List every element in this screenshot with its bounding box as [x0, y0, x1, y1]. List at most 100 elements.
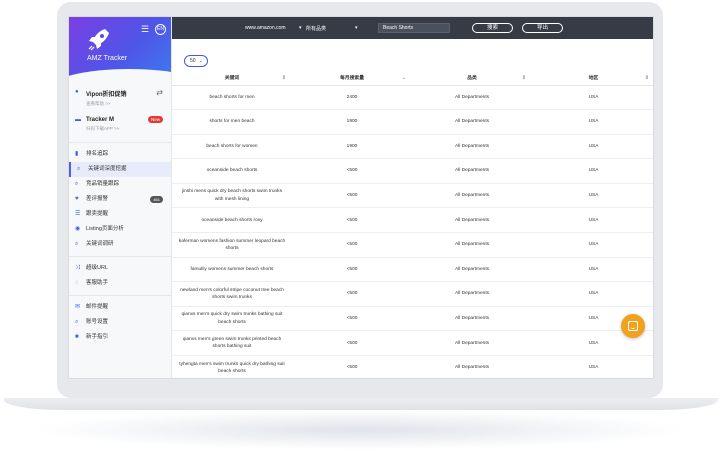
- region-cell: USA: [532, 281, 653, 307]
- header-label: 关键词: [224, 76, 240, 82]
- nav-account-settings[interactable]: ⌕ 账号设置: [69, 315, 171, 330]
- nav-keyword-mining[interactable]: ⌕ 关键词深度挖掘: [69, 162, 171, 177]
- table-row[interactable]: oceanside beach shorts roxy <500 All Depar…: [172, 207, 653, 234]
- search-input[interactable]: Beach Shorts: [378, 23, 450, 33]
- language-toggle[interactable]: EN: [155, 24, 166, 35]
- laptop-base: [4, 398, 718, 410]
- header-label: 地区: [588, 76, 599, 82]
- category-select[interactable]: 所有品类: [306, 25, 326, 32]
- table-row[interactable]: oceanside beach shorts <500 All Department…: [172, 158, 653, 184]
- main-content: 50 ⌄ 关键词 ⇕ 每月搜索量 ⌄ 品类 ⇕ 地区 ⇕ beach shorts fo…: [172, 39, 653, 378]
- table-row[interactable]: tyhengta men's swim trunks quick dry bat…: [172, 355, 653, 378]
- category-cell: All Departments: [412, 306, 532, 332]
- rocket-icon: [88, 29, 109, 51]
- tracker-m-download-link[interactable]: 扫码下载APP >>: [86, 126, 171, 132]
- sort-icon[interactable]: ⇕: [522, 75, 526, 81]
- nav-label: Listing页面分析: [86, 226, 124, 232]
- search-button[interactable]: 搜索: [472, 23, 513, 33]
- search-volume-cell: <500: [292, 330, 412, 357]
- table-row[interactable]: newland men's colorful stripe coconut tr…: [172, 281, 653, 307]
- search-volume-cell: <500: [292, 257, 412, 283]
- search-volume-cell: <500: [292, 207, 412, 234]
- shuffle-icon: ⤨: [75, 265, 80, 271]
- category-cell: All Departments: [412, 109, 532, 135]
- sidebar: AMZ Tracker ☰ EN ● Vipon折扣促销 查看帮助 >> ⇄ ▬…: [69, 17, 172, 378]
- nav-email-alert[interactable]: ✉ 邮件提醒: [69, 300, 171, 315]
- category-cell: All Departments: [412, 134, 532, 160]
- nav-label: 账号设置: [86, 319, 109, 325]
- region-cell: USA: [532, 207, 653, 234]
- region-cell: USA: [532, 355, 653, 378]
- nav-label: 关键词深度挖掘: [88, 166, 127, 172]
- category-cell: All Departments: [412, 158, 532, 184]
- sort-desc-icon[interactable]: ⌄: [402, 75, 406, 81]
- search-volume-cell: <500: [292, 306, 412, 332]
- chevron-down-icon[interactable]: ▾: [355, 25, 358, 31]
- region-cell: USA: [532, 183, 653, 209]
- mail-icon: ✉: [75, 304, 81, 310]
- table-row[interactable]: qianxs men's quick dry swim trunks bathi…: [172, 306, 653, 332]
- table-row[interactable]: kaferman womens fashion summer leopard b…: [172, 232, 653, 258]
- search-icon: ⌕: [75, 241, 79, 247]
- col-header-region[interactable]: 地区 ⇕: [532, 71, 653, 86]
- sort-icon[interactable]: ⇕: [645, 75, 649, 81]
- search-volume-cell: <500: [292, 355, 412, 378]
- table-row[interactable]: famulily womens summer beach shorts <500 A…: [172, 257, 653, 283]
- table-row[interactable]: qianxs men's green swim trunks printed b…: [172, 330, 653, 357]
- list-icon: ☰: [75, 211, 81, 217]
- nav-listing-analysis[interactable]: ◉ Listing页面分析: [69, 222, 171, 237]
- nav-hijacker-alert[interactable]: ☰ 跟卖提醒: [69, 207, 171, 222]
- nav-rank-tracking[interactable]: ▮ 排名追踪: [69, 147, 171, 162]
- brand-header: AMZ Tracker ☰ EN: [69, 17, 171, 109]
- keyword-cell: beach shorts for men: [172, 85, 292, 111]
- export-button[interactable]: 导出: [522, 23, 563, 33]
- app-screen: AMZ Tracker ☰ EN ● Vipon折扣促销 查看帮助 >> ⇄ ▬…: [68, 16, 654, 379]
- chat-support-button[interactable]: [621, 314, 645, 338]
- nav-competitor-sales[interactable]: ⌕ 竞品销量跟踪: [69, 177, 171, 192]
- page-size-value: 50: [190, 58, 196, 64]
- search-icon: ⌕: [75, 319, 79, 325]
- keyword-cell: jinshi mens quick dry beach shorts swim …: [172, 183, 292, 209]
- top-toolbar: www.amazon.com ▾ 所有品类 ▾ Beach Shorts 搜索 …: [172, 17, 653, 39]
- nav-label: 客服助手: [86, 280, 109, 286]
- page-size-select[interactable]: 50 ⌄: [184, 55, 208, 67]
- table-row[interactable]: jinshi mens quick dry beach shorts swim …: [172, 183, 653, 209]
- table-row[interactable]: beach shorts for women 1900 All Department…: [172, 134, 653, 160]
- chevron-down-icon: ⌄: [198, 58, 203, 64]
- header-label: 每月搜索量: [340, 76, 364, 82]
- vipon-help-link[interactable]: 查看帮助 >>: [86, 101, 171, 107]
- search-volume-cell: 1900: [292, 134, 412, 160]
- marketplace-select[interactable]: www.amazon.com: [245, 25, 286, 31]
- tracker-m-account[interactable]: ▬ Tracker M 扫码下载APP >> New: [69, 112, 171, 136]
- sort-icon[interactable]: ⇕: [282, 75, 286, 81]
- keyword-cell: newland men's colorful stripe coconut tr…: [172, 281, 292, 307]
- table-row[interactable]: beach shorts for men 2400 All Departments U…: [172, 85, 653, 111]
- gift-icon: ●: [75, 89, 79, 95]
- nav-super-url[interactable]: ⤨ 超级URL: [69, 261, 171, 276]
- sidebar-divider: [69, 256, 171, 257]
- col-header-keyword[interactable]: 关键词 ⇕: [172, 71, 292, 86]
- nav-keyword-research[interactable]: ⌕ 关键词调研: [69, 237, 171, 252]
- col-header-category[interactable]: 品类 ⇕: [412, 71, 532, 86]
- laptop-shadow: [30, 410, 690, 450]
- nav-customer-service[interactable]: ◌ 客服助手: [69, 276, 171, 291]
- nav-negative-review-alert[interactable]: ♥ 差评报警 461: [69, 192, 171, 207]
- search-volume-cell: <500: [292, 158, 412, 184]
- nav-beginner-guide[interactable]: ■ 新手指引: [69, 330, 171, 345]
- swap-icon[interactable]: ⇄: [156, 88, 163, 97]
- search-volume-cell: 1900: [292, 109, 412, 135]
- chevron-down-icon[interactable]: ▾: [299, 25, 302, 31]
- new-badge: New: [147, 116, 163, 123]
- hamburger-icon[interactable]: ☰: [141, 24, 149, 35]
- category-cell: All Departments: [412, 183, 532, 209]
- chat-icon: [628, 321, 638, 331]
- search-volume-cell: 2400: [292, 85, 412, 111]
- region-cell: USA: [532, 134, 653, 160]
- nav-label: 关键词调研: [86, 241, 114, 247]
- col-header-monthly-searches[interactable]: 每月搜索量 ⌄: [292, 71, 412, 86]
- category-cell: All Departments: [412, 257, 532, 283]
- nav-label: 跟卖提醒: [86, 211, 109, 217]
- vipon-account[interactable]: ● Vipon折扣促销 查看帮助 >> ⇄: [69, 84, 171, 108]
- review-count-badge: 461: [150, 196, 163, 203]
- table-row[interactable]: shorts for men beach 1900 All Departments U…: [172, 109, 653, 135]
